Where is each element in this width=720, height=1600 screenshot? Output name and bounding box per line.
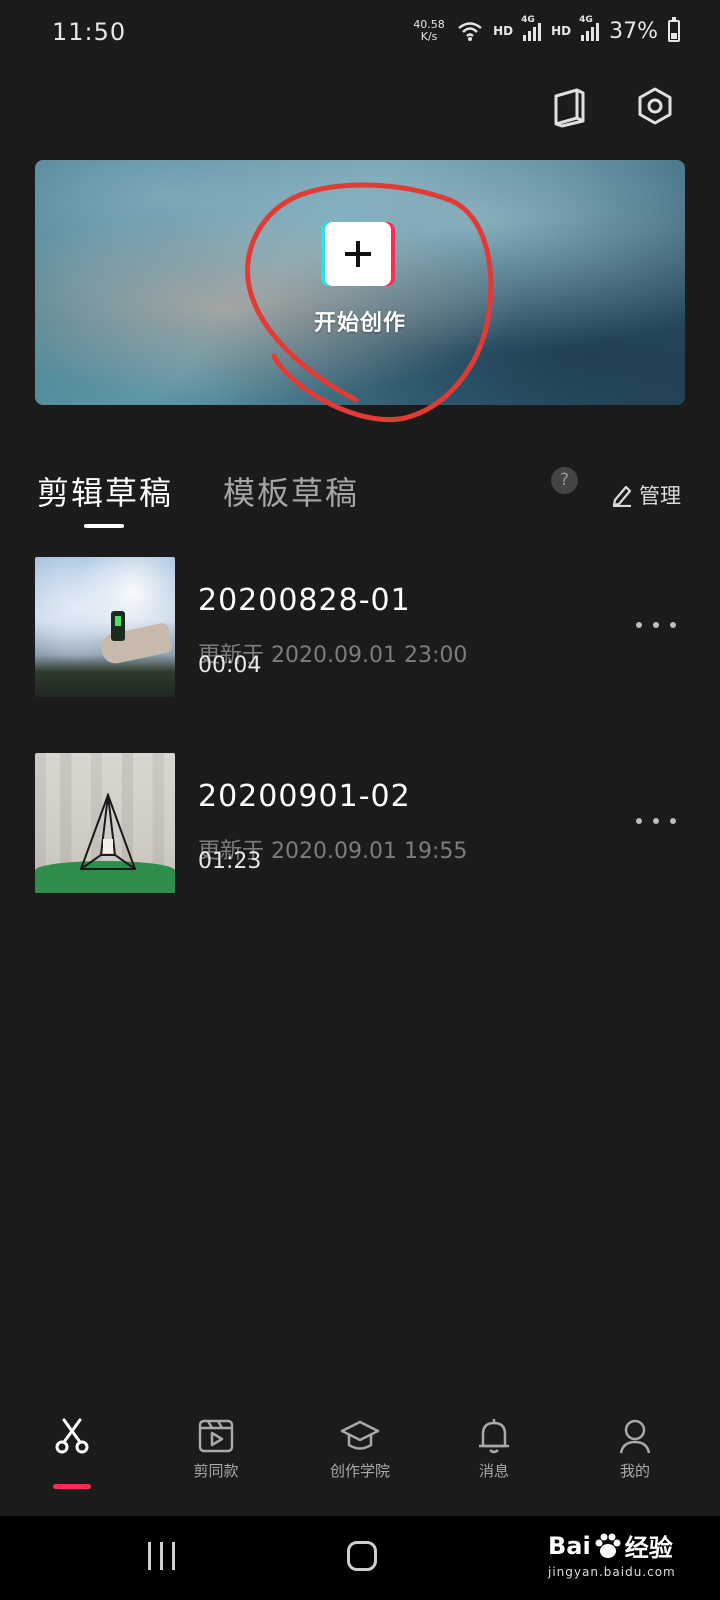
nav-item-profile[interactable]: 我的 bbox=[575, 1410, 695, 1481]
draft-item[interactable]: 20200901-02 更新于 2020.09.01 19:55 01:23 bbox=[35, 753, 685, 893]
draft-title: 20200901-02 bbox=[198, 779, 411, 814]
baidu-watermark: Bai 经验 jingyan.baidu.com bbox=[548, 1528, 676, 1580]
watermark-brand-right: 经验 bbox=[624, 1534, 673, 1562]
pencil-icon bbox=[612, 485, 632, 507]
status-indicators: 40.58 K/s HD 4G HD 4G 37% bbox=[411, 14, 680, 48]
nav-item-edit[interactable] bbox=[12, 1410, 132, 1460]
status-bar: 11:50 40.58 K/s HD 4G HD 4G 37% bbox=[0, 0, 720, 64]
battery-icon bbox=[668, 17, 680, 42]
network-gen-label: 4G bbox=[521, 15, 535, 25]
network-gen-label: 4G bbox=[579, 15, 593, 25]
create-button[interactable] bbox=[325, 222, 391, 286]
more-options-icon[interactable] bbox=[636, 811, 676, 831]
help-icon[interactable]: ? bbox=[551, 467, 578, 494]
nav-label: 消息 bbox=[478, 1462, 509, 1480]
recent-apps-button[interactable] bbox=[148, 1542, 175, 1570]
tutorial-button[interactable] bbox=[547, 84, 591, 128]
tab-active-indicator bbox=[84, 524, 124, 528]
manage-button[interactable]: 管理 bbox=[611, 480, 681, 510]
settings-button[interactable] bbox=[633, 84, 677, 128]
nav-item-academy[interactable]: 创作学院 bbox=[300, 1410, 420, 1481]
draft-duration: 01:23 bbox=[198, 849, 262, 874]
graduation-cap-icon bbox=[340, 1420, 380, 1450]
wifi-icon bbox=[458, 22, 482, 41]
draft-item[interactable]: 20200828-01 更新于 2020.09.01 23:00 00:04 bbox=[35, 557, 685, 697]
scissors-icon bbox=[55, 1418, 89, 1454]
signal-icon: 4G bbox=[579, 15, 600, 41]
nav-item-templates[interactable]: 剪同款 bbox=[156, 1410, 276, 1481]
hd-badge: HD bbox=[493, 24, 514, 38]
bottom-nav: 剪同款 创作学院 消息 我的 bbox=[0, 1410, 720, 1516]
start-creation-banner[interactable]: 开始创作 bbox=[35, 160, 685, 405]
watermark-url: jingyan.baidu.com bbox=[548, 1565, 676, 1579]
draft-title: 20200828-01 bbox=[198, 583, 411, 618]
draft-thumbnail bbox=[35, 557, 175, 697]
nav-item-messages[interactable]: 消息 bbox=[434, 1410, 554, 1481]
home-button[interactable] bbox=[347, 1541, 377, 1571]
hexagon-gear-icon bbox=[638, 87, 672, 125]
tab-edit-drafts[interactable]: 剪辑草稿 bbox=[37, 468, 173, 514]
bell-icon bbox=[479, 1419, 509, 1454]
battery-percent: 37% bbox=[609, 18, 658, 44]
draft-thumbnail bbox=[35, 753, 175, 893]
plus-icon bbox=[345, 241, 371, 267]
watermark-brand-left: Bai bbox=[548, 1531, 591, 1560]
hd-badge: HD bbox=[551, 24, 572, 38]
tab-template-drafts[interactable]: 模板草稿 bbox=[223, 468, 359, 514]
draft-duration: 00:04 bbox=[198, 653, 262, 678]
paw-icon bbox=[595, 1533, 621, 1558]
more-options-icon[interactable] bbox=[636, 615, 676, 635]
person-icon bbox=[619, 1419, 651, 1454]
status-time: 11:50 bbox=[52, 18, 127, 46]
book-icon bbox=[554, 88, 585, 128]
nav-label: 创作学院 bbox=[329, 1462, 390, 1480]
nav-label: 我的 bbox=[619, 1462, 650, 1480]
create-label: 开始创作 bbox=[313, 311, 406, 336]
video-template-icon bbox=[198, 1419, 234, 1453]
network-speed: 40.58 K/s bbox=[411, 19, 447, 43]
manage-label: 管理 bbox=[639, 484, 681, 508]
nav-active-indicator bbox=[53, 1484, 91, 1489]
signal-icon: 4G bbox=[521, 15, 542, 41]
network-speed-unit: K/s bbox=[420, 30, 438, 43]
nav-label: 剪同款 bbox=[193, 1462, 239, 1480]
